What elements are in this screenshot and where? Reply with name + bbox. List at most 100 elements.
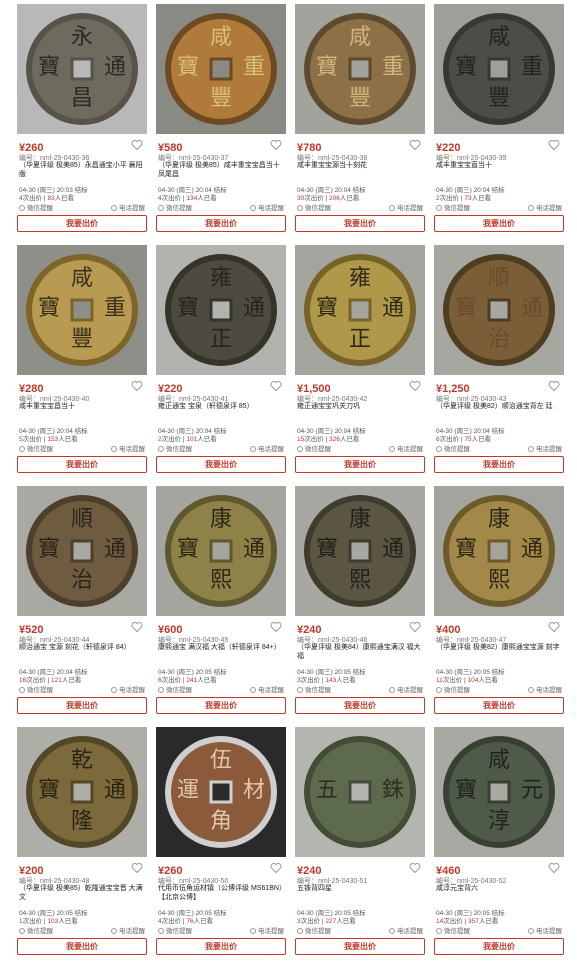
coin-photo[interactable]: 雍正寶 通 xyxy=(295,245,425,375)
wechat-remind[interactable]: 微信提醒 xyxy=(297,684,331,694)
auction-card[interactable]: 咸豐寶重 ¥580 编号：nml-25-0430-37 （华夏评级 极美85）咸丰重宝… xyxy=(156,4,286,244)
coin-photo[interactable]: 雍正寶 通 xyxy=(156,245,286,375)
bid-button[interactable]: 我要出价 xyxy=(434,697,564,714)
auction-card[interactable]: 雍正寶通 ¥220 编号：nml-25-0430-41 雍正通宝 宝泉（轩德泉评 85… xyxy=(156,245,286,485)
bid-button[interactable]: 我要出价 xyxy=(434,938,564,955)
favorite-heart-icon[interactable] xyxy=(131,620,143,633)
phone-remind[interactable]: 电话提醒 xyxy=(250,925,284,935)
wechat-remind[interactable]: 微信提醒 xyxy=(297,202,331,212)
bid-button[interactable]: 我要出价 xyxy=(156,697,286,714)
bid-button[interactable]: 我要出价 xyxy=(17,215,147,232)
wechat-remind[interactable]: 微信提醒 xyxy=(158,684,192,694)
bid-button[interactable]: 我要出价 xyxy=(295,697,425,714)
auction-card[interactable]: 雍正寶通 ¥1,500 编号：nml-25-0430-42 雍正通宝宝巩关刀巩 04-3… xyxy=(295,245,425,485)
wechat-remind[interactable]: 微信提醒 xyxy=(158,925,192,935)
favorite-heart-icon[interactable] xyxy=(131,379,143,392)
favorite-heart-icon[interactable] xyxy=(131,861,143,874)
bid-button[interactable]: 我要出价 xyxy=(295,456,425,473)
item-title[interactable]: 五铢背四星 xyxy=(297,884,423,902)
wechat-remind[interactable]: 微信提醒 xyxy=(297,443,331,453)
coin-photo[interactable]: 伍角運 材 xyxy=(156,727,286,857)
item-title[interactable]: （华夏评级 极美84）康熙通宝满汉 福大福 xyxy=(297,643,423,661)
wechat-remind[interactable]: 微信提醒 xyxy=(158,202,192,212)
item-title[interactable]: （华夏评级 极美82）康熙通宝宝源 刻字 xyxy=(436,643,562,661)
wechat-remind[interactable]: 微信提醒 xyxy=(19,925,53,935)
favorite-heart-icon[interactable] xyxy=(270,620,282,633)
phone-remind[interactable]: 电话提醒 xyxy=(389,443,423,453)
phone-remind[interactable]: 电话提醒 xyxy=(389,202,423,212)
coin-photo[interactable]: 五銖 xyxy=(295,727,425,857)
auction-card[interactable]: 永昌寶通 ¥260 编号：nml-25-0430-36 （华夏评级 极美85）永昌通宝… xyxy=(17,4,147,244)
auction-card[interactable]: 咸淳寶元 ¥460 编号：nml-25-0430-52 咸淳元宝背六 04-30 (周三… xyxy=(434,727,564,967)
wechat-remind[interactable]: 微信提醒 xyxy=(436,443,470,453)
phone-remind[interactable]: 电话提醒 xyxy=(528,443,562,453)
bid-button[interactable]: 我要出价 xyxy=(17,697,147,714)
phone-remind[interactable]: 电话提醒 xyxy=(250,684,284,694)
coin-photo[interactable]: 順治寶 通 xyxy=(434,245,564,375)
coin-photo[interactable]: 咸豐寶 重 xyxy=(295,4,425,134)
bid-button[interactable]: 我要出价 xyxy=(434,215,564,232)
coin-photo[interactable]: 咸豐寶 重 xyxy=(17,245,147,375)
favorite-heart-icon[interactable] xyxy=(548,138,560,151)
phone-remind[interactable]: 电话提醒 xyxy=(111,443,145,453)
phone-remind[interactable]: 电话提醒 xyxy=(528,684,562,694)
coin-photo[interactable]: 咸豐寶 重 xyxy=(156,4,286,134)
bid-button[interactable]: 我要出价 xyxy=(156,938,286,955)
coin-photo[interactable]: 康熙寶 通 xyxy=(156,486,286,616)
phone-remind[interactable]: 电话提醒 xyxy=(111,925,145,935)
coin-photo[interactable]: 咸豐寶 重 xyxy=(434,4,564,134)
favorite-heart-icon[interactable] xyxy=(409,620,421,633)
favorite-heart-icon[interactable] xyxy=(131,138,143,151)
phone-remind[interactable]: 电话提醒 xyxy=(250,202,284,212)
favorite-heart-icon[interactable] xyxy=(270,138,282,151)
wechat-remind[interactable]: 微信提醒 xyxy=(297,925,331,935)
coin-photo[interactable]: 康熙寶 通 xyxy=(434,486,564,616)
auction-card[interactable]: 康熙寶通 ¥400 编号：nml-25-0430-47 （华夏评级 极美82）康熙通宝… xyxy=(434,486,564,726)
item-title[interactable]: 咸丰重宝宝直当十 xyxy=(436,161,562,179)
wechat-remind[interactable]: 微信提醒 xyxy=(19,443,53,453)
wechat-remind[interactable]: 微信提醒 xyxy=(436,925,470,935)
item-title[interactable]: 咸丰重宝宝源当十刻花 xyxy=(297,161,423,179)
auction-card[interactable]: 康熙寶通 ¥600 编号：nml-25-0430-45 康熙通宝 满汉福 大福（轩德泉… xyxy=(156,486,286,726)
bid-button[interactable]: 我要出价 xyxy=(17,938,147,955)
auction-card[interactable]: 五銖 ¥240 编号：nml-25-0430-51 五铢背四星 04-30 (周三) 2… xyxy=(295,727,425,967)
wechat-remind[interactable]: 微信提醒 xyxy=(19,684,53,694)
item-title[interactable]: 咸丰重宝宝昌当十 xyxy=(19,402,145,420)
favorite-heart-icon[interactable] xyxy=(409,861,421,874)
phone-remind[interactable]: 电话提醒 xyxy=(250,443,284,453)
coin-photo[interactable]: 乾隆寶 通 xyxy=(17,727,147,857)
favorite-heart-icon[interactable] xyxy=(548,861,560,874)
item-title[interactable]: 代用币伍角运材镇（公博评级 MS61BN）【北京公博】 xyxy=(158,884,284,902)
auction-card[interactable]: 伍角運材 ¥260 编号：nml-25-0430-50 代用币伍角运材镇（公博评级 M… xyxy=(156,727,286,967)
favorite-heart-icon[interactable] xyxy=(409,138,421,151)
bid-button[interactable]: 我要出价 xyxy=(295,215,425,232)
auction-card[interactable]: 咸豐寶重 ¥220 编号：nml-25-0430-39 咸丰重宝宝直当十 04-30 (… xyxy=(434,4,564,244)
favorite-heart-icon[interactable] xyxy=(270,861,282,874)
wechat-remind[interactable]: 微信提醒 xyxy=(19,202,53,212)
bid-button[interactable]: 我要出价 xyxy=(434,456,564,473)
coin-photo[interactable]: 咸淳寶 元 xyxy=(434,727,564,857)
wechat-remind[interactable]: 微信提醒 xyxy=(436,202,470,212)
item-title[interactable]: 顺治通宝 宝源 刻花（轩德泉评 84） xyxy=(19,643,145,661)
bid-button[interactable]: 我要出价 xyxy=(295,938,425,955)
phone-remind[interactable]: 电话提醒 xyxy=(528,925,562,935)
coin-photo[interactable]: 永昌寶 通 xyxy=(17,4,147,134)
item-title[interactable]: 康熙通宝 满汉福 大福（轩德泉评 84+） xyxy=(158,643,284,661)
phone-remind[interactable]: 电话提醒 xyxy=(389,684,423,694)
coin-photo[interactable]: 康熙寶 通 xyxy=(295,486,425,616)
item-title[interactable]: 咸淳元宝背六 xyxy=(436,884,562,902)
phone-remind[interactable]: 电话提醒 xyxy=(389,925,423,935)
favorite-heart-icon[interactable] xyxy=(548,379,560,392)
phone-remind[interactable]: 电话提醒 xyxy=(111,684,145,694)
auction-card[interactable]: 咸豐寶重 ¥280 编号：nml-25-0430-40 咸丰重宝宝昌当十 04-30 (… xyxy=(17,245,147,485)
coin-photo[interactable]: 順治寶 通 xyxy=(17,486,147,616)
wechat-remind[interactable]: 微信提醒 xyxy=(158,443,192,453)
favorite-heart-icon[interactable] xyxy=(548,620,560,633)
favorite-heart-icon[interactable] xyxy=(409,379,421,392)
item-title[interactable]: 雍正通宝宝巩关刀巩 xyxy=(297,402,423,420)
auction-card[interactable]: 康熙寶通 ¥240 编号：nml-25-0430-46 （华夏评级 极美84）康熙通宝… xyxy=(295,486,425,726)
item-title[interactable]: （华夏评级 极美82）顺治通宝背左 廷 xyxy=(436,402,562,420)
item-title[interactable]: 雍正通宝 宝泉（轩德泉评 85） xyxy=(158,402,284,420)
item-title[interactable]: （华夏评级 极美85）咸丰重宝宝昌当十凤尾昌 xyxy=(158,161,284,179)
auction-card[interactable]: 乾隆寶通 ¥200 编号：nml-25-0430-48 （华夏评级 极美85）乾隆通宝… xyxy=(17,727,147,967)
